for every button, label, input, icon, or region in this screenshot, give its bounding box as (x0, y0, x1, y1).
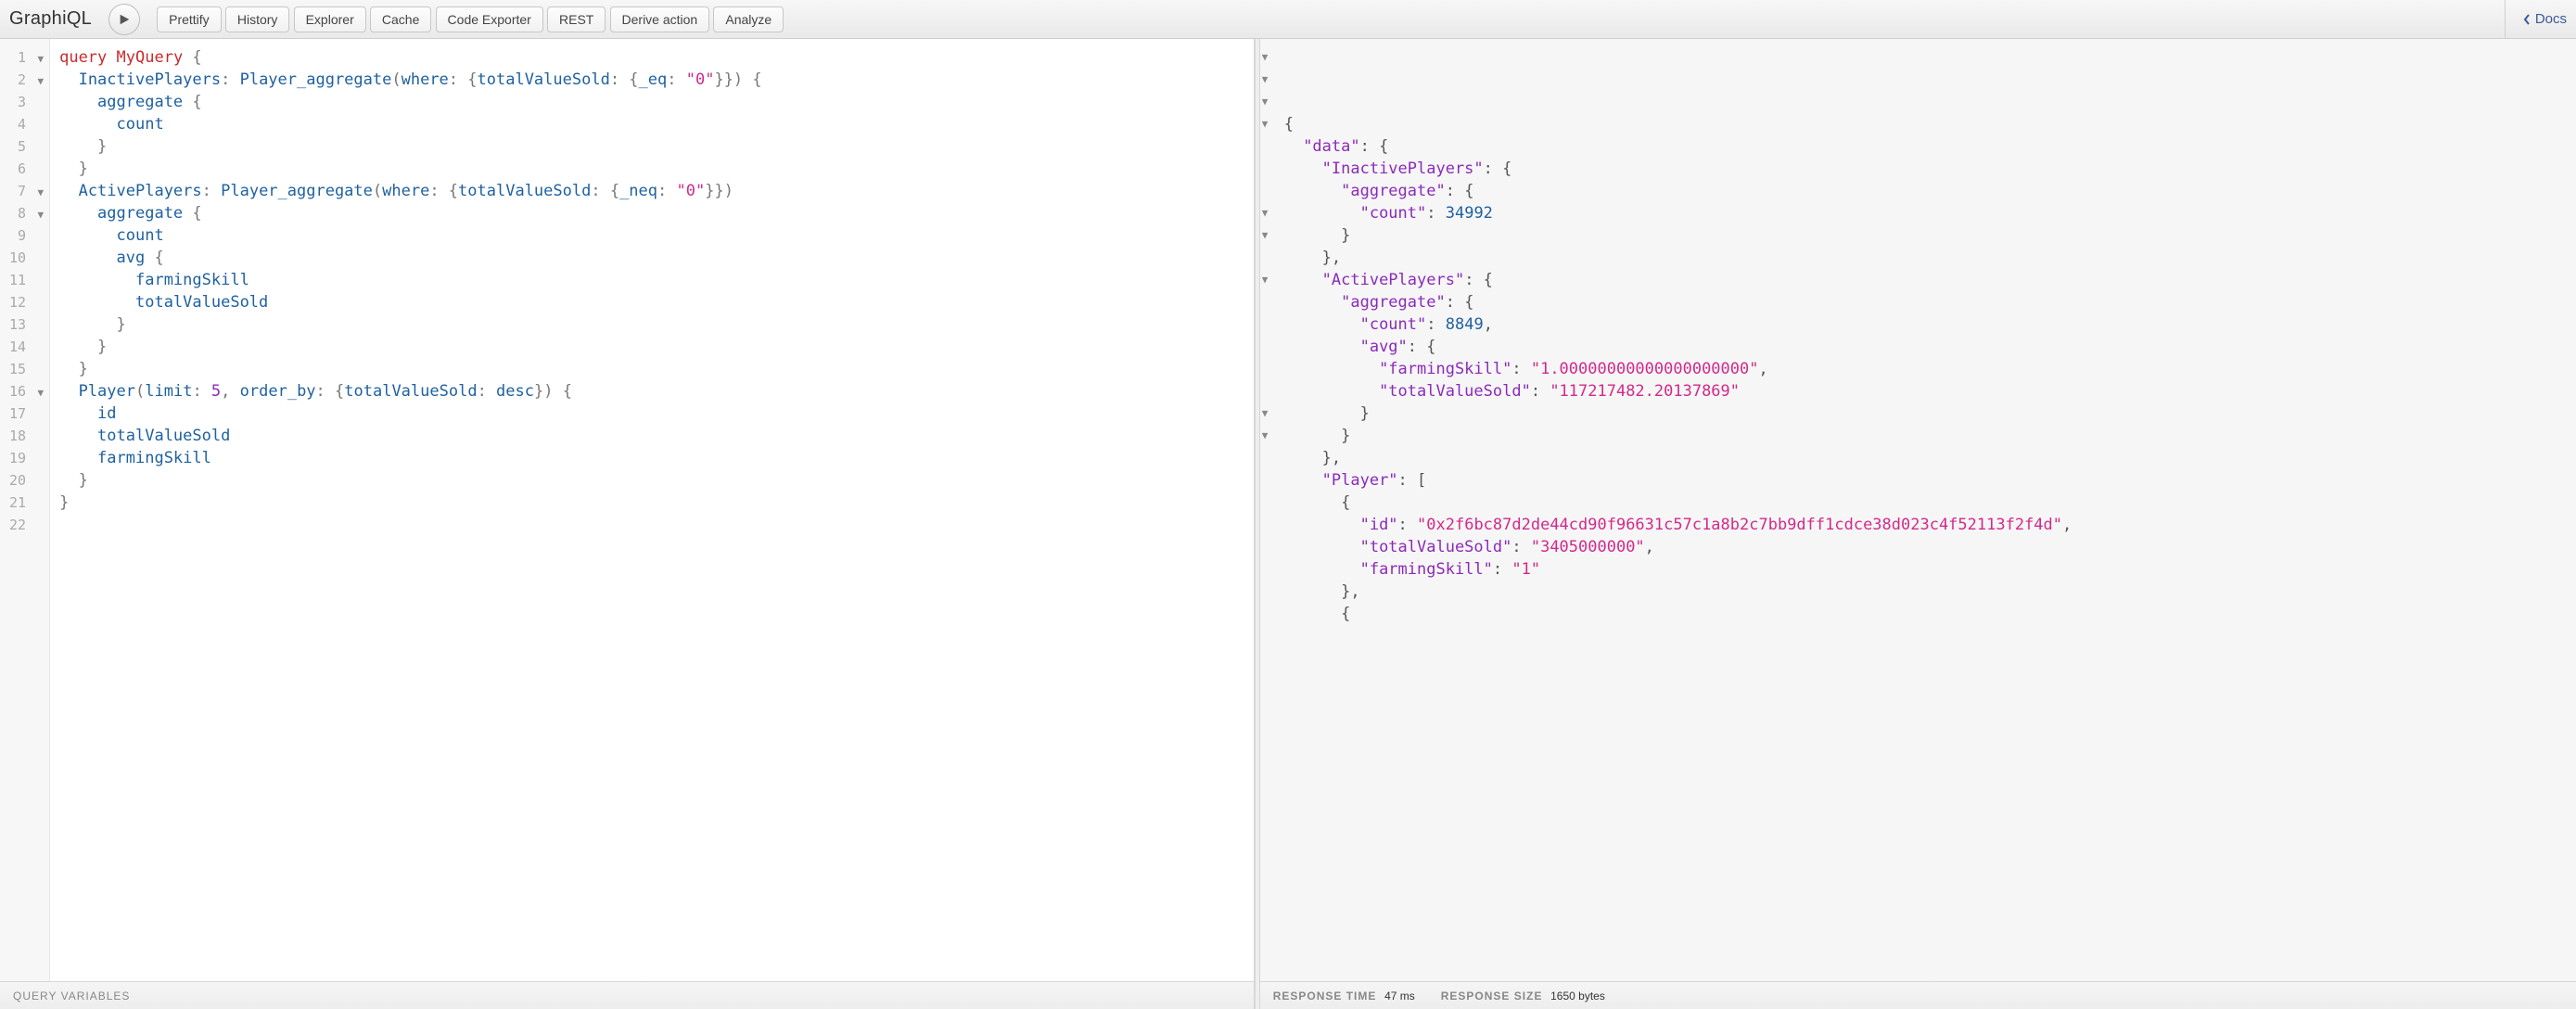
fold-arrow-icon[interactable]: ▼ (34, 204, 44, 226)
execute-button[interactable] (108, 4, 140, 35)
toolbar-analyze-button[interactable]: Analyze (713, 6, 784, 32)
fold-arrow-icon[interactable]: ▼ (1262, 229, 1269, 241)
editor-gutter: 1 ▼2 ▼3 4 5 6 7 ▼8 ▼9 10 11 12 13 14 15 … (0, 39, 50, 981)
toolbar: GraphiQL Prettify History Explorer Cache… (0, 0, 2576, 39)
result-viewer[interactable]: ▼▼▼▼▼▼▼▼▼ { "data": { "InactivePlayers":… (1260, 39, 2576, 981)
docs-button[interactable]: Docs (2505, 0, 2567, 38)
fold-arrow-icon[interactable]: ▼ (34, 48, 44, 70)
response-time-label: Response Time (1273, 990, 1377, 1003)
fold-arrow-icon[interactable]: ▼ (1262, 207, 1269, 219)
fold-arrow-icon[interactable]: ▼ (1262, 51, 1269, 63)
editor-code[interactable]: query MyQuery { InactivePlayers: Player_… (50, 39, 1254, 981)
toolbar-code-exporter-button[interactable]: Code Exporter (436, 6, 543, 32)
response-time-value: 47 ms (1384, 990, 1415, 1003)
result-footer: Response Time 47 ms Response Size 1650 b… (1260, 981, 2576, 1009)
fold-arrow-icon[interactable]: ▼ (1262, 73, 1269, 85)
app-title: GraphiQL (9, 8, 101, 30)
toolbar-explorer-button[interactable]: Explorer (294, 6, 366, 32)
toolbar-prettify-button[interactable]: Prettify (157, 6, 222, 32)
chevron-left-icon (2522, 13, 2531, 26)
response-size-label: Response Size (1441, 990, 1543, 1003)
toolbar-derive-action-button[interactable]: Derive action (610, 6, 710, 32)
docs-label: Docs (2535, 11, 2567, 27)
query-variables-label: Query Variables (13, 990, 130, 1003)
toolbar-cache-button[interactable]: Cache (370, 6, 431, 32)
fold-arrow-icon[interactable]: ▼ (1262, 118, 1269, 130)
fold-arrow-icon[interactable]: ▼ (34, 70, 44, 93)
fold-arrow-icon[interactable]: ▼ (1262, 274, 1269, 286)
fold-arrow-icon[interactable]: ▼ (34, 182, 44, 204)
query-variables-bar[interactable]: Query Variables (0, 981, 1254, 1009)
main-panels: 1 ▼2 ▼3 4 5 6 7 ▼8 ▼9 10 11 12 13 14 15 … (0, 39, 2576, 1009)
fold-arrow-icon[interactable]: ▼ (1262, 429, 1269, 441)
toolbar-history-button[interactable]: History (225, 6, 290, 32)
fold-arrow-icon[interactable]: ▼ (34, 382, 44, 404)
fold-arrow-icon[interactable]: ▼ (1262, 96, 1269, 108)
query-editor-panel: 1 ▼2 ▼3 4 5 6 7 ▼8 ▼9 10 11 12 13 14 15 … (0, 39, 1255, 1009)
response-size-value: 1650 bytes (1550, 990, 1605, 1003)
fold-arrow-icon[interactable]: ▼ (1262, 407, 1269, 419)
play-icon (118, 13, 131, 26)
query-editor[interactable]: 1 ▼2 ▼3 4 5 6 7 ▼8 ▼9 10 11 12 13 14 15 … (0, 39, 1254, 981)
toolbar-rest-button[interactable]: REST (547, 6, 606, 32)
result-panel: ▼▼▼▼▼▼▼▼▼ { "data": { "InactivePlayers":… (1260, 39, 2576, 1009)
